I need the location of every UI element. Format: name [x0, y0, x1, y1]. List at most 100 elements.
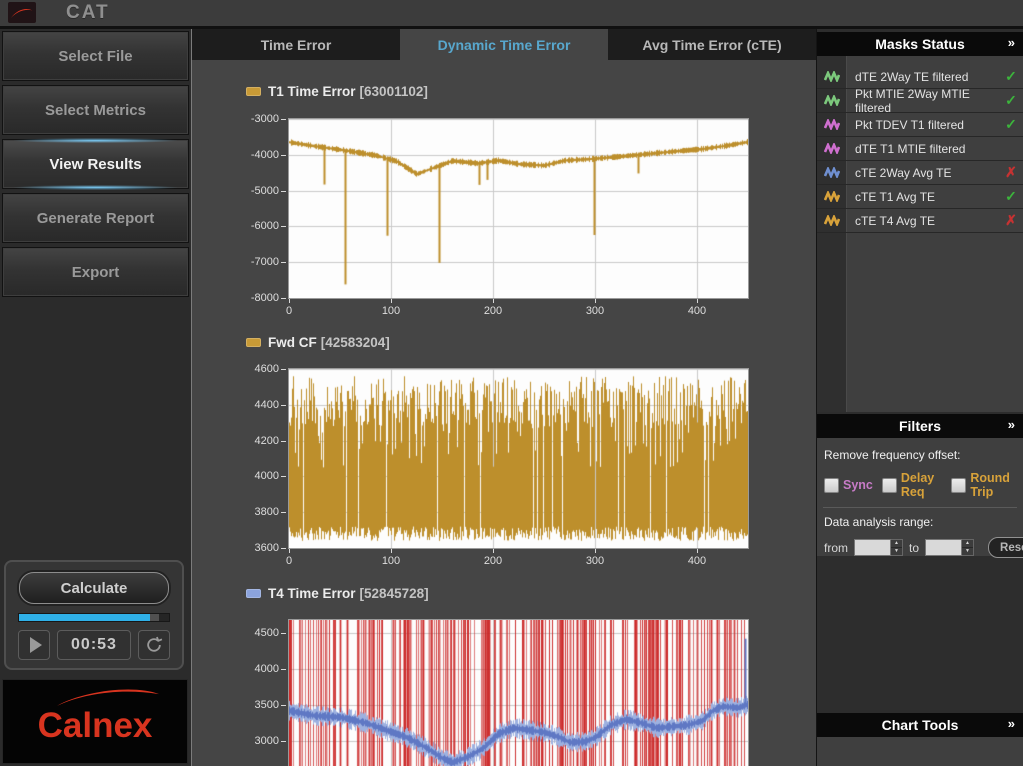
spin-down-icon[interactable]: ▼ [891, 548, 902, 555]
results-area: Time Error Dynamic Time Error Avg Time E… [191, 29, 816, 766]
play-button[interactable] [18, 630, 50, 660]
calnex-wordmark: Calnex [3, 706, 187, 746]
filters-body: Remove frequency offset: Sync Delay Req … [817, 438, 1023, 556]
cat-logo: CAT [66, 2, 110, 24]
mask-status-icon: ✓ [999, 68, 1023, 85]
x-tick-label: 400 [672, 305, 722, 317]
x-tick-label: 0 [264, 555, 314, 567]
filters-header[interactable]: Filters » [817, 414, 1023, 438]
chart-canvas[interactable] [289, 369, 748, 548]
select-metrics-button[interactable]: Select Metrics [2, 85, 189, 135]
y-tick-mark [281, 119, 286, 120]
x-tick-mark [391, 549, 392, 553]
mask-status-icon: ✓ [999, 188, 1023, 205]
spin-up-icon[interactable]: ▲ [962, 540, 973, 548]
tab-dynamic-time-error[interactable]: Dynamic Time Error [400, 29, 608, 60]
mask-row[interactable]: cTE T4 Avg TE ✗ [817, 209, 1023, 233]
x-tick-mark [493, 299, 494, 303]
y-tick-label: 3800 [255, 506, 279, 518]
sync-option: Sync [824, 478, 873, 493]
spin-up-icon[interactable]: ▲ [891, 540, 902, 548]
y-tick-mark [281, 369, 286, 370]
sync-checkbox[interactable] [824, 478, 839, 493]
x-tick-label: 200 [468, 555, 518, 567]
chart-tools-header[interactable]: Chart Tools » [817, 713, 1023, 737]
mask-row[interactable]: cTE 2Way Avg TE ✗ [817, 161, 1023, 185]
delay-req-checkbox[interactable] [882, 478, 897, 493]
results-tab-bar: Time Error Dynamic Time Error Avg Time E… [192, 29, 816, 60]
x-tick-label: 200 [468, 305, 518, 317]
mask-row[interactable]: Pkt MTIE 2Way MTIE filtered ✓ [817, 89, 1023, 113]
x-tick-mark [289, 299, 290, 303]
masks-status-header[interactable]: Masks Status » [817, 32, 1023, 56]
expand-icon[interactable]: » [1008, 35, 1015, 50]
y-tick-mark [281, 155, 286, 156]
main-nav: Select File Select Metrics View Results … [0, 29, 191, 297]
legend-id: [52845728] [360, 586, 429, 601]
range-from-spinner: ▲ ▼ [854, 539, 903, 556]
mask-status-icon: ✗ [999, 212, 1023, 229]
left-sidebar: Select File Select Metrics View Results … [0, 29, 191, 766]
chart-legend: T1 Time Error [63001102] [246, 84, 428, 98]
calculate-button[interactable]: Calculate [19, 572, 169, 604]
chart-tools-body [817, 737, 1023, 766]
mask-label: cTE T1 Avg TE [846, 190, 999, 204]
mask-waveform-icon [817, 143, 846, 154]
remove-frequency-offset-label: Remove frequency offset: [824, 448, 1016, 462]
y-tick-label: 4200 [255, 435, 279, 447]
y-tick-mark [281, 191, 286, 192]
reset-button[interactable]: Reset [988, 537, 1023, 558]
mask-row[interactable]: Pkt TDEV T1 filtered ✓ [817, 113, 1023, 137]
y-tick-label: 3600 [255, 542, 279, 554]
view-results-button[interactable]: View Results [2, 139, 189, 189]
data-analysis-range-label: Data analysis range: [824, 515, 1016, 529]
mask-row[interactable]: dTE 2Way TE filtered ✓ [817, 65, 1023, 89]
calculate-controls: 00:53 [18, 630, 170, 660]
mask-label: Pkt MTIE 2Way MTIE filtered [846, 87, 999, 115]
expand-icon[interactable]: » [1008, 716, 1015, 731]
spinner-buttons: ▲ ▼ [891, 539, 903, 556]
chart-legend: Fwd CF [42583204] [246, 335, 390, 349]
expand-icon[interactable]: » [1008, 417, 1015, 432]
y-tick-label: -7000 [251, 256, 279, 268]
mask-row[interactable]: cTE T1 Avg TE ✓ [817, 185, 1023, 209]
y-tick-label: 3500 [255, 699, 279, 711]
brand-panel: Calnex [2, 679, 188, 764]
y-tick-label: 3000 [255, 735, 279, 747]
range-to-input[interactable] [925, 539, 962, 556]
mask-status-icon: ✓ [999, 92, 1023, 109]
tab-avg-time-error[interactable]: Avg Time Error (cTE) [608, 29, 816, 60]
y-tick-label: 4000 [255, 663, 279, 675]
mask-status-icon: ✓ [999, 116, 1023, 133]
spin-down-icon[interactable]: ▼ [962, 548, 973, 555]
chart-canvas[interactable] [289, 119, 748, 298]
select-file-button[interactable]: Select File [2, 31, 189, 81]
range-to-spinner: ▲ ▼ [925, 539, 974, 556]
tab-time-error[interactable]: Time Error [192, 29, 400, 60]
chart-canvas[interactable] [289, 620, 748, 766]
round-trip-option: Round Trip [951, 471, 1016, 499]
y-tick-label: -4000 [251, 149, 279, 161]
reset-timer-button[interactable] [138, 630, 170, 660]
y-tick-mark [281, 298, 286, 299]
mask-row[interactable]: dTE T1 MTIE filtered [817, 137, 1023, 161]
right-sidebar: Masks Status » dTE 2Way TE filtered ✓ Pk… [816, 29, 1023, 766]
y-tick-mark [281, 441, 286, 442]
legend-id: [63001102] [360, 84, 428, 99]
y-tick-label: 4600 [255, 363, 279, 375]
range-from-input[interactable] [854, 539, 891, 556]
mask-waveform-icon [817, 119, 846, 130]
export-button[interactable]: Export [2, 247, 189, 297]
y-tick-label: -8000 [251, 292, 279, 304]
legend-swatch [246, 338, 261, 347]
from-label: from [824, 541, 848, 555]
x-tick-label: 300 [570, 555, 620, 567]
generate-report-button[interactable]: Generate Report [2, 193, 189, 243]
mask-waveform-icon [817, 95, 846, 106]
y-tick-mark [281, 705, 286, 706]
mask-label: Pkt TDEV T1 filtered [846, 118, 999, 132]
frequency-offset-options: Sync Delay Req Round Trip [824, 471, 1016, 499]
round-trip-label: Round Trip [970, 471, 1016, 499]
round-trip-checkbox[interactable] [951, 478, 966, 493]
y-tick-mark [281, 741, 286, 742]
